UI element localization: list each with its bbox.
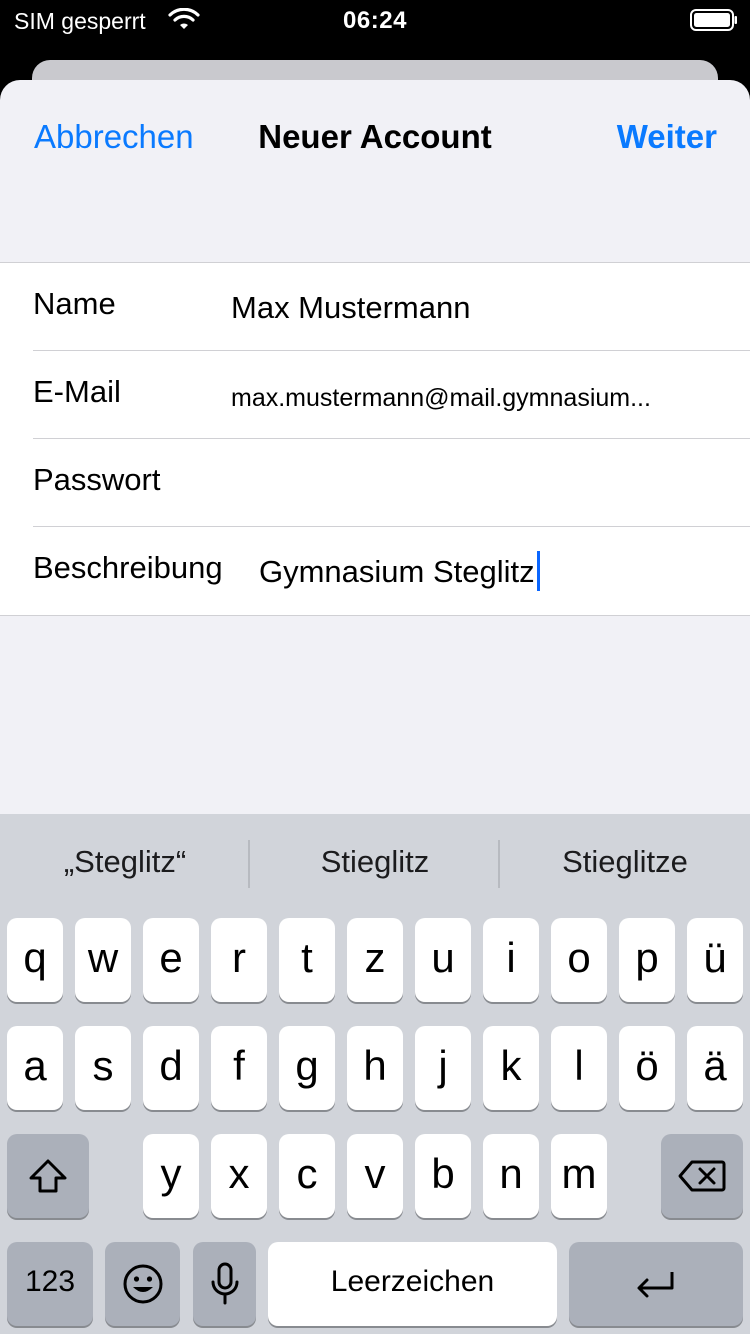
key-u-umlaut[interactable]: ü [687,918,743,1002]
shift-icon [29,1159,67,1193]
key-s[interactable]: s [75,1026,131,1110]
key-a-umlaut[interactable]: ä [687,1026,743,1110]
emoji-icon [123,1264,162,1304]
account-form: Name Max Mustermann E-Mail max.musterman… [0,262,750,616]
keyboard: „Steglitz“ Stieglitz Stieglitze q w e r … [0,814,750,1334]
description-field[interactable]: Gymnasium Steglitz [259,550,540,591]
key-m[interactable]: m [551,1134,607,1218]
key-a[interactable]: a [7,1026,63,1110]
key-p[interactable]: p [619,918,675,1002]
key-i[interactable]: i [483,918,539,1002]
name-row[interactable]: Name Max Mustermann [0,263,750,351]
email-row[interactable]: E-Mail max.mustermann@mail.gymnasium... [0,351,750,439]
password-row[interactable]: Passwort [0,439,750,527]
email-label: E-Mail [33,374,121,409]
key-t[interactable]: t [279,918,335,1002]
return-key[interactable] [569,1242,743,1326]
key-n[interactable]: n [483,1134,539,1218]
suggestion-1[interactable]: „Steglitz“ [0,844,250,880]
key-z[interactable]: z [347,918,403,1002]
key-o-umlaut[interactable]: ö [619,1026,675,1110]
microphone-icon [211,1262,238,1305]
shift-key[interactable] [7,1134,89,1218]
key-w[interactable]: w [75,918,131,1002]
password-label: Passwort [33,462,161,497]
key-e[interactable]: e [143,918,199,1002]
dictation-key[interactable] [193,1242,256,1326]
email-field[interactable]: max.mustermann@mail.gymnasium... [231,384,651,413]
key-k[interactable]: k [483,1026,539,1110]
description-row[interactable]: Beschreibung Gymnasium Steglitz [0,527,750,615]
key-d[interactable]: d [143,1026,199,1110]
key-r[interactable]: r [211,918,267,1002]
delete-icon [678,1160,726,1192]
cancel-button[interactable]: Abbrechen [34,118,194,156]
key-q[interactable]: q [7,918,63,1002]
emoji-key[interactable] [105,1242,180,1326]
key-f[interactable]: f [211,1026,267,1110]
status-time: 06:24 [343,7,407,34]
return-icon [637,1272,674,1298]
space-key[interactable]: Leerzeichen [268,1242,557,1326]
suggestion-3[interactable]: Stieglitze [500,844,750,880]
key-v[interactable]: v [347,1134,403,1218]
text-cursor [536,550,540,591]
key-l[interactable]: l [551,1026,607,1110]
battery-icon [690,9,737,31]
navigation-bar: Abbrechen Neuer Account Weiter [0,80,750,192]
key-g[interactable]: g [279,1026,335,1110]
key-c[interactable]: c [279,1134,335,1218]
suggestion-2[interactable]: Stieglitz [250,844,500,880]
numbers-key[interactable]: 123 [7,1242,93,1326]
key-h[interactable]: h [347,1026,403,1110]
delete-key[interactable] [661,1134,743,1218]
key-b[interactable]: b [415,1134,471,1218]
name-field[interactable]: Max Mustermann [231,290,470,326]
suggestion-bar: „Steglitz“ Stieglitz Stieglitze [0,814,750,914]
next-button[interactable]: Weiter [617,118,717,156]
name-label: Name [33,286,116,321]
key-y[interactable]: y [143,1134,199,1218]
description-label: Beschreibung [33,550,223,585]
key-o[interactable]: o [551,918,607,1002]
key-u[interactable]: u [415,918,471,1002]
key-x[interactable]: x [211,1134,267,1218]
key-j[interactable]: j [415,1026,471,1110]
status-bar: SIM gesperrt 06:24 [0,0,750,40]
description-value: Gymnasium Steglitz [259,554,535,589]
